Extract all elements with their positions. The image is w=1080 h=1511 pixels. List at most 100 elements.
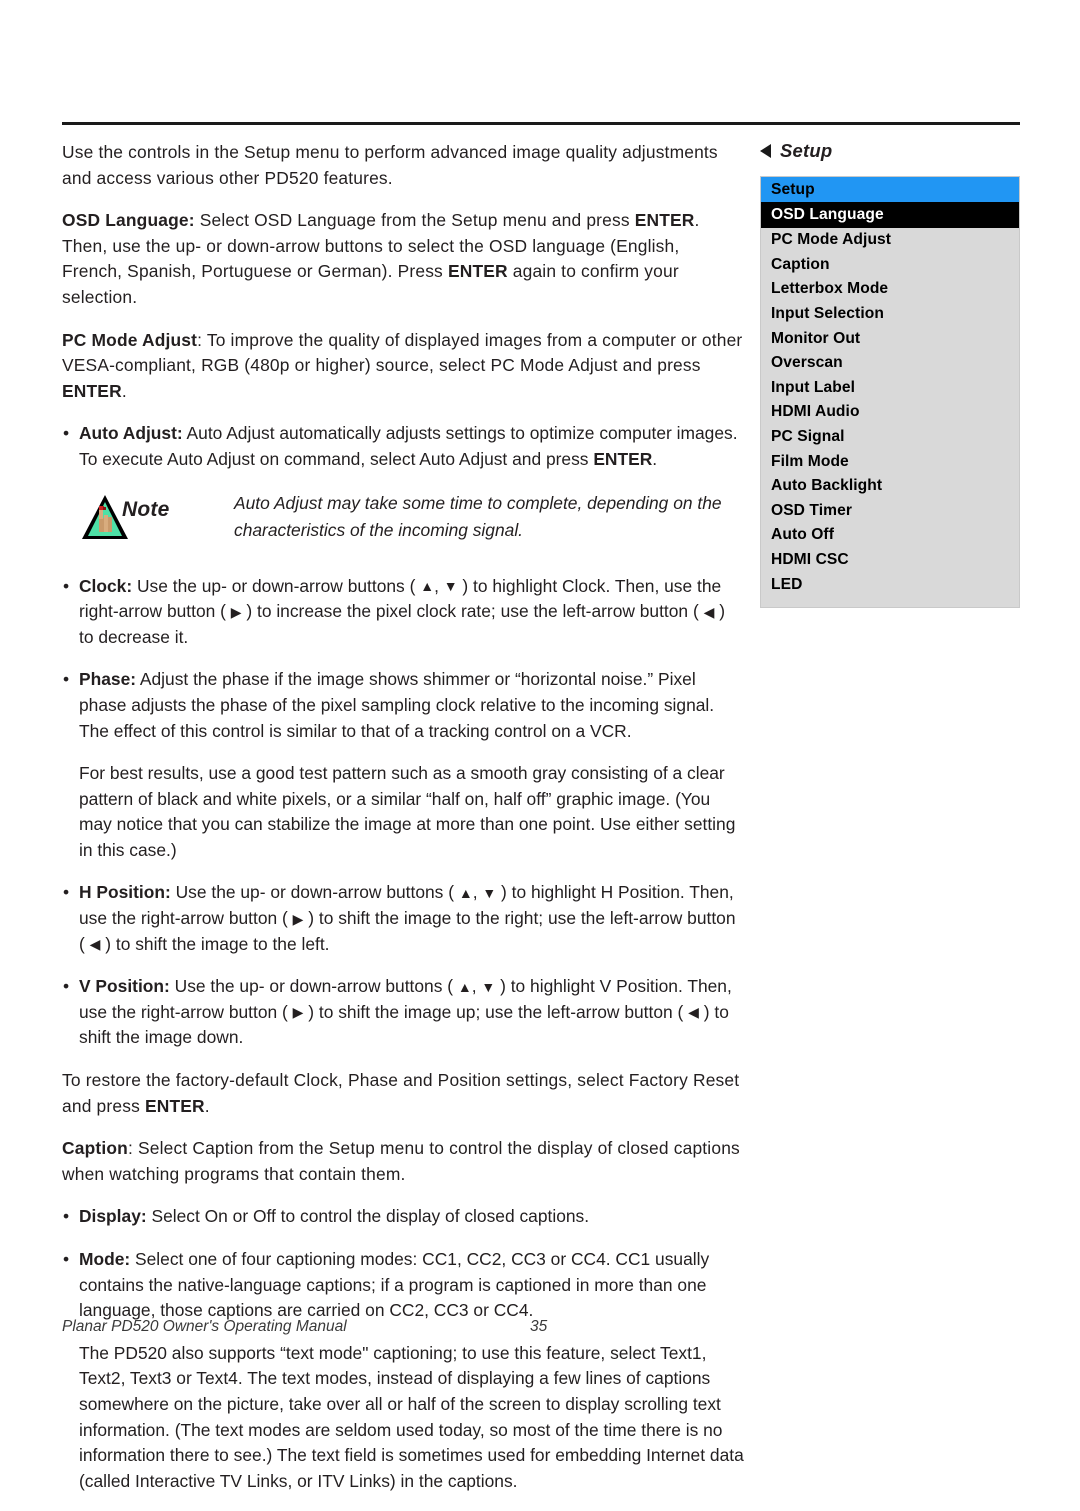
osd-menu-header: Setup [761,177,1019,202]
test-pattern-paragraph: For best results, use a good test patter… [79,763,736,860]
osd-item-auto-off[interactable]: Auto Off [761,523,1019,548]
clock-bullet: • Clock: Use the up- or down-arrow button… [62,574,744,651]
osd-language-paragraph: OSD Language: Select OSD Language from t… [62,208,744,310]
triangle-down-icon: ▼ [443,578,458,595]
osd-item-label: HDMI CSC [771,551,849,569]
osd-item-label: Monitor Out [771,329,861,347]
triangle-up-icon: ▲ [420,578,435,595]
triangle-up-icon: ▲ [458,885,473,902]
auto-adjust-t2: . [652,448,658,469]
osd-item-label: PC Signal [771,428,845,446]
body-text-column: Use the controls in the Setup menu to pe… [62,140,744,1511]
factory-reset-paragraph: To restore the factory-default Clock, Ph… [62,1068,744,1119]
mode-t1: Select one of four captioning modes: CC1… [79,1249,710,1321]
osd-menu-figure: Setup Setup OSD Language PC Mode Adjust … [760,140,1020,608]
pc-mode-adjust-term: PC Mode Adjust [62,329,198,350]
note-label: Note [122,497,170,521]
triangle-right-icon: ▶ [292,1004,304,1021]
intro-paragraph: Use the controls in the Setup menu to pe… [62,140,744,191]
bullet-icon: • [63,882,70,903]
phase-term: Phase: [79,669,137,690]
osd-item-caption[interactable]: Caption [761,253,1019,278]
osd-item-label: Film Mode [771,452,849,470]
osd-item-osd-language[interactable]: OSD Language [761,202,1019,228]
pc-mode-adjust-enter: ENTER [62,380,122,401]
osd-panel: Setup OSD Language PC Mode Adjust Captio… [760,176,1020,608]
osd-item-letterbox-mode[interactable]: Letterbox Mode [761,277,1019,302]
v-position-term: V Position: [79,976,170,997]
bullet-icon: • [63,1249,70,1269]
display-term: Display: [79,1206,147,1227]
triangle-down-icon: ▼ [482,885,497,902]
osd-item-label: Input Label [771,378,856,396]
triangle-down-icon: ▼ [481,978,496,995]
intro-text: Use the controls in the Setup menu to pe… [62,142,718,188]
osd-item-pc-mode-adjust[interactable]: PC Mode Adjust [761,228,1019,253]
footer-page-number: 35 [530,1318,548,1335]
clock-t2: , [434,575,444,596]
triangle-left-icon: ◀ [703,603,715,620]
osd-menu-header-label: Setup [771,180,815,198]
v-position-t2: , [471,976,482,997]
auto-adjust-enter: ENTER [593,448,653,469]
pc-mode-adjust-t2: . [121,380,127,401]
h-position-t2: , [472,882,483,903]
v-position-t4: ) to shift the image up; use the left-ar… [303,1001,689,1022]
osd-item-label: Auto Backlight [771,477,883,495]
osd-item-monitor-out[interactable]: Monitor Out [761,326,1019,351]
osd-item-film-mode[interactable]: Film Mode [761,449,1019,474]
osd-item-label: OSD Language [771,206,884,223]
h-position-bullet: • H Position: Use the up- or down-arrow b… [62,880,744,957]
h-position-term: H Position: [79,882,171,903]
h-position-t1: Use the up- or down-arrow buttons ( [170,882,459,903]
display-t1: Select On or Off to control the display … [146,1206,590,1227]
clock-t4: ) to increase the pixel clock rate; use … [241,601,704,622]
osd-item-label: LED [771,575,803,593]
triangle-left-icon: ◀ [688,1004,699,1021]
osd-item-hdmi-csc[interactable]: HDMI CSC [761,548,1019,573]
triangle-left-icon [760,144,771,158]
osd-item-osd-timer[interactable]: OSD Timer [761,499,1019,524]
bullet-icon: • [63,669,70,690]
osd-item-label: Caption [771,255,830,273]
osd-item-label: OSD Timer [771,501,853,519]
osd-figure-caption: Setup [760,140,1020,162]
osd-item-label: Overscan [771,354,843,372]
osd-item-label: Input Selection [771,305,884,323]
osd-item-label: Letterbox Mode [771,280,889,298]
osd-language-enter-2: ENTER [447,261,508,282]
triangle-right-icon: ▶ [292,910,304,927]
osd-item-input-selection[interactable]: Input Selection [761,302,1019,327]
osd-item-led[interactable]: LED [761,572,1019,597]
pc-mode-adjust-paragraph: PC Mode Adjust: To improve the quality o… [62,328,744,405]
h-position-t5: ) to shift the image to the left. [100,933,330,954]
osd-item-label: Auto Off [771,526,834,544]
caption-term: Caption [62,1138,128,1159]
bullet-icon: • [63,575,70,596]
factory-reset-t2: . [204,1095,210,1116]
osd-figure-caption-label: Setup [780,140,833,161]
osd-item-overscan[interactable]: Overscan [761,351,1019,376]
caption-t1: : Select Caption from the Setup menu to … [62,1138,740,1184]
osd-item-auto-backlight[interactable]: Auto Backlight [761,474,1019,499]
display-bullet: • Display: Select On or Off to control th… [62,1204,744,1230]
osd-language-t1: Select OSD Language from the Setup menu … [194,210,635,231]
osd-item-pc-signal[interactable]: PC Signal [761,425,1019,450]
mode-bullet: • Mode: Select one of four captioning mod… [62,1247,744,1324]
bullet-icon: • [63,1206,70,1227]
triangle-right-icon: ▶ [230,603,242,620]
osd-language-enter-1: ENTER [634,210,695,231]
osd-item-label: PC Mode Adjust [771,231,892,249]
caption-paragraph: Caption: Select Caption from the Setup m… [62,1136,744,1187]
auto-adjust-term: Auto Adjust: [79,423,183,444]
triangle-up-icon: ▲ [457,978,472,995]
triangle-left-icon: ◀ [89,936,101,953]
clock-term: Clock: [79,575,133,596]
text-mode-paragraph: The PD520 also supports “text mode" capt… [79,1342,744,1491]
osd-item-hdmi-audio[interactable]: HDMI Audio [761,400,1019,425]
osd-language-term: OSD Language: [62,210,195,231]
v-position-t1: Use the up- or down-arrow buttons ( [169,976,458,997]
osd-item-input-label[interactable]: Input Label [761,376,1019,401]
phase-t1: Adjust the phase if the image shows shim… [79,669,715,741]
auto-adjust-bullet: • Auto Adjust: Auto Adjust automatically … [62,421,744,472]
